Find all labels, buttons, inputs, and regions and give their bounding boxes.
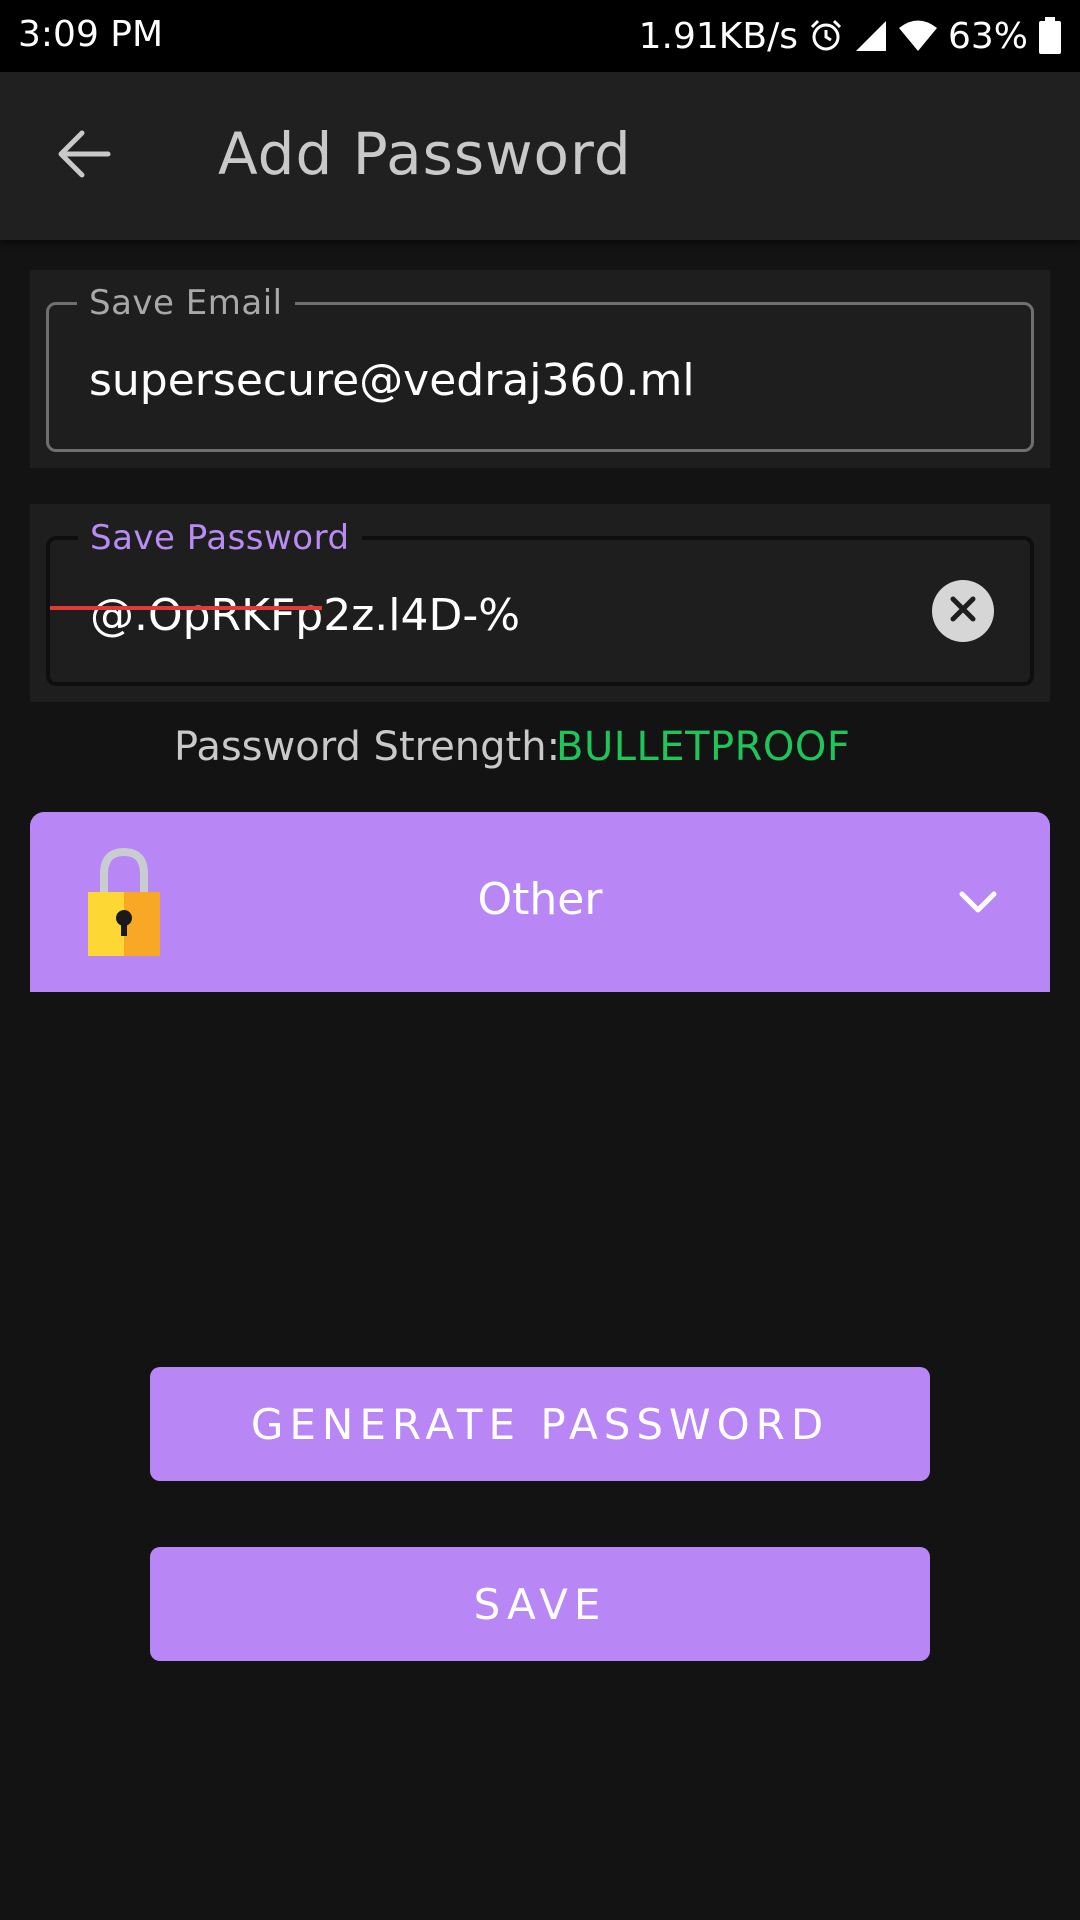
arrow-left-icon — [56, 129, 112, 183]
password-field-label: Save Password — [78, 518, 362, 558]
clear-icon — [948, 594, 978, 628]
alarm-icon — [808, 18, 844, 54]
clear-password-button[interactable] — [932, 580, 994, 642]
battery-icon — [1038, 17, 1062, 55]
wifi-icon — [898, 19, 938, 53]
status-icons: 1.91KB/s 63% — [639, 14, 1062, 58]
email-field-label: Save Email — [77, 283, 295, 323]
network-speed: 1.91KB/s — [638, 15, 798, 57]
save-button[interactable]: SAVE — [150, 1547, 930, 1661]
email-field-card: Save Email supersecure@vedraj360.ml — [30, 270, 1050, 468]
strength-value: BULLETPROOF — [556, 724, 851, 770]
email-field[interactable]: Save Email supersecure@vedraj360.ml — [46, 283, 1034, 452]
password-strength-row: Password Strength: BULLETPROOF — [0, 724, 1080, 784]
strength-label: Password Strength: — [174, 724, 561, 770]
category-dropdown[interactable]: Other — [30, 812, 1050, 992]
password-field-value[interactable]: @.OpRKFp2z.l4D-% — [90, 590, 520, 641]
cell-signal-icon — [854, 19, 888, 53]
email-field-value[interactable]: supersecure@vedraj360.ml — [89, 355, 695, 406]
category-selected-label: Other — [477, 874, 603, 925]
spellcheck-underline — [50, 606, 322, 610]
generate-password-button[interactable]: GENERATE PASSWORD — [150, 1367, 930, 1481]
app-bar: Add Password — [0, 72, 1080, 240]
chevron-down-icon — [954, 878, 1002, 926]
status-time: 3:09 PM — [18, 14, 164, 55]
status-bar: 3:09 PM 1.91KB/s 63% — [0, 0, 1080, 72]
page-title: Add Password — [218, 120, 632, 188]
battery-percent: 63% — [947, 15, 1028, 57]
back-button[interactable] — [44, 116, 124, 196]
